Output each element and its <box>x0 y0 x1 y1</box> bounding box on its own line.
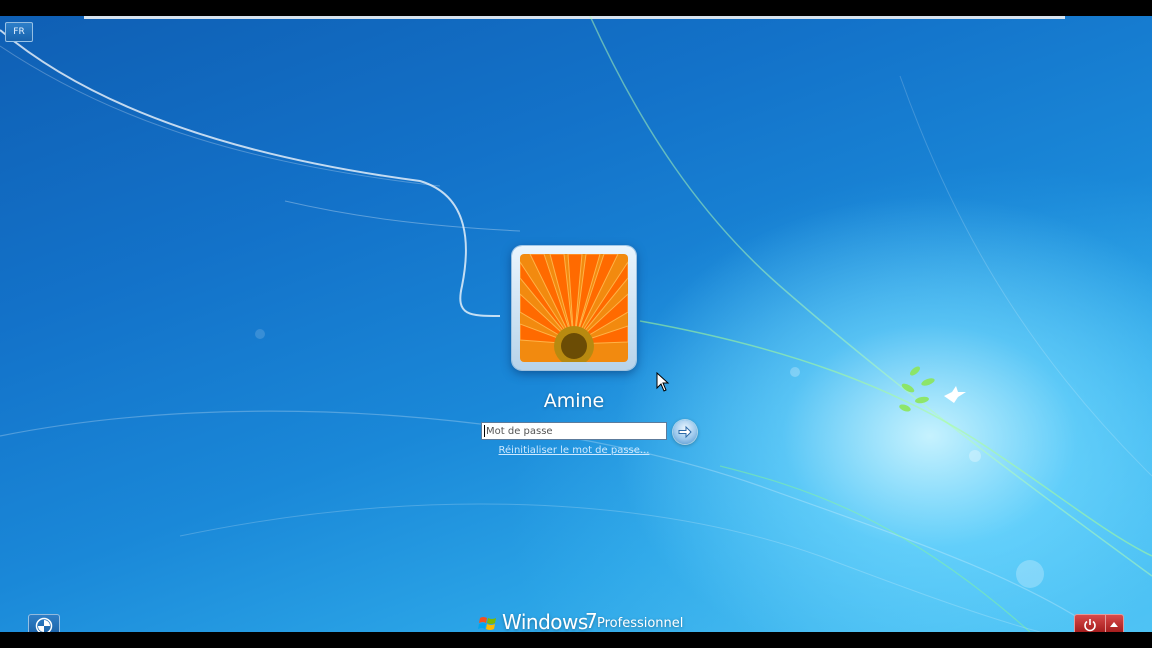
brand-edition: Professionnel <box>597 616 684 631</box>
ease-of-access-icon <box>35 617 53 632</box>
user-tile[interactable] <box>512 246 636 370</box>
reset-password-link[interactable]: Réinitialiser le mot de passe... <box>474 445 674 456</box>
windows-logo-icon <box>478 617 496 630</box>
user-name: Amine <box>543 390 605 412</box>
mouse-cursor-icon <box>656 372 670 392</box>
arrow-right-icon <box>678 425 692 439</box>
submit-button[interactable] <box>673 420 697 444</box>
user-avatar <box>520 254 628 362</box>
power-icon <box>1084 619 1096 632</box>
triangle-up-icon <box>1110 622 1118 627</box>
shutdown-button[interactable] <box>1074 614 1106 632</box>
text-caret <box>484 425 485 437</box>
password-field[interactable] <box>481 422 667 440</box>
ease-of-access-button[interactable] <box>28 614 60 632</box>
bird-decoration <box>944 386 966 403</box>
shutdown-options-button[interactable] <box>1105 614 1124 632</box>
brand-version: 7 <box>585 609 598 632</box>
language-button[interactable]: FR <box>5 22 33 42</box>
brand-product: Windows <box>502 610 588 632</box>
logon-screen: FR Amine Réinitialiser le mot de passe..… <box>0 16 1152 632</box>
